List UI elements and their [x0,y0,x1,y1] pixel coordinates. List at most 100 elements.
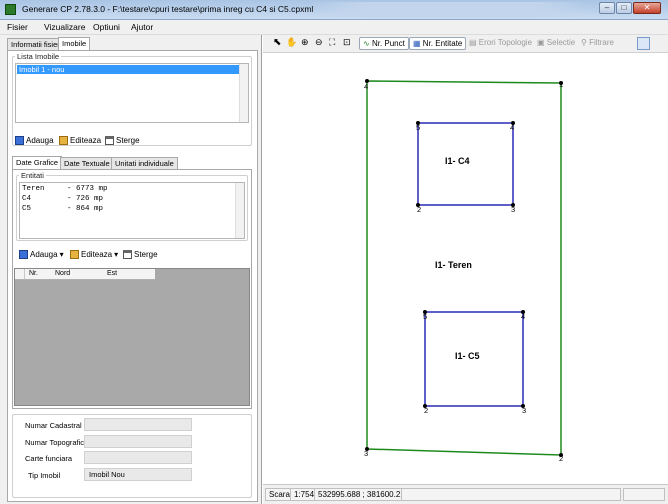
imobile-listbox[interactable]: Imobil 1 - nou [15,63,249,123]
pan-hand-icon[interactable]: ✋ [286,37,297,50]
erori-topologie-label: Erori Topologie [478,38,533,47]
nr-punct-button[interactable]: ∿ Nr. Punct [359,37,409,50]
cursor-coordinates: 532995.688 ; 381600.219 [314,488,414,501]
tab-imobile[interactable]: Imobile [58,37,91,51]
zoom-window-icon[interactable]: ⊡ [343,37,351,50]
status-message [401,488,621,501]
menu-ajutor[interactable]: Ajutor [131,22,153,32]
map-toolbar: ⬉ ✋ ⊕ ⊖ ⛶ ⊡ ∿ Nr. Punct ▦ Nr. Entitate ▤… [263,35,668,53]
selectie-label: Selectie [546,38,576,47]
entitati-scrollbar[interactable] [235,183,244,238]
dropdown-arrow-icon: ▾ [59,250,64,259]
numar-topografic-field[interactable] [84,435,192,448]
teren-label: I1- Teren [435,260,472,270]
sterge-label: Sterge [116,136,140,145]
add-icon [19,250,28,259]
zoom-out-icon[interactable]: ⊖ [315,37,323,50]
c5-label: I1- C5 [455,351,480,361]
coord-grid[interactable]: Nr. Nord Est [14,268,250,406]
left-pane: Informatii fisier Imobile Lista Imobile … [0,35,262,504]
erori-topologie-button[interactable]: ▤ Erori Topologie [469,37,532,50]
menu-optiuni[interactable]: Optiuni [93,22,120,32]
selection-icon: ▣ [537,38,545,47]
numar-topografic-label: Numar Topografic [25,438,85,447]
entity-number-icon: ▦ [413,39,421,48]
filter-icon: ⚲ [581,38,587,47]
col-nr: Nr. [29,270,38,277]
filtrare-button[interactable]: ⚲ Filtrare [581,37,614,50]
blurred-background-text [310,2,590,17]
col-est: Est [107,270,118,277]
entitate-line: Teren - 6773 mp [22,185,108,193]
dropdown-arrow-icon: ▾ [114,250,119,259]
map-drawing: 1 2 3 4 2 3 4 5 2 3 4 5 I1- C4 I1- Teren… [364,79,563,463]
status-extra [623,488,665,501]
carte-funciara-label: Carte funciara [25,454,73,463]
nr-entitate-button[interactable]: ▦ Nr. Entitate [409,37,467,50]
c5-vertex-4: 4 [521,312,525,321]
zoom-in-icon[interactable]: ⊕ [301,37,309,50]
add-icon [15,136,24,145]
filtrare-label: Filtrare [589,38,614,47]
entitate-line: C4 - 726 mp [22,195,104,203]
numar-cadastral-label: Numar Cadastral [25,421,82,430]
listbox-scrollbar[interactable] [239,64,248,122]
selectie-button[interactable]: ▣ Selectie [537,37,575,50]
imobil-fields-group: Numar Cadastral Numar Topografic Carte f… [12,414,252,498]
layers-panel-icon[interactable] [637,37,650,50]
c4-vertex-2: 2 [417,205,421,214]
tip-imobil-field[interactable]: Imobil Nou [84,468,192,481]
teren-vertex-1: 1 [559,80,563,89]
teren-vertex-3: 3 [364,449,368,458]
sterge-entitate-button[interactable]: Sterge [123,250,158,259]
adauga-entitate-button[interactable]: Adauga ▾ [19,250,64,259]
adauga-label: Adauga [26,136,54,145]
status-bar: Scara 1:754 532995.688 ; 381600.219 [263,484,668,504]
menu-fisier[interactable]: Fisier [7,22,28,32]
c4-vertex-5: 5 [416,123,420,132]
c5-vertex-5: 5 [423,312,427,321]
app-icon [5,4,16,15]
editeaza-imobil-button[interactable]: Editeaza [59,136,101,145]
tab-date-grafice[interactable]: Date Grafice [12,156,63,170]
nr-entitate-label: Nr. Entitate [422,39,463,48]
entitate-line: C5 - 864 mp [22,205,104,213]
col-nord: Nord [55,270,71,277]
row-header-cell [15,269,25,279]
menu-bar: Fisier Vizualizare Optiuni Ajutor [0,20,668,35]
select-pointer-icon[interactable]: ⬉ [273,37,281,50]
date-grafice-panel: Entitati Teren - 6773 mp C4 - 726 mp C5 - … [12,169,252,409]
editeaza-label: Editeaza [70,136,102,145]
lista-imobile-title: Lista Imobile [15,52,62,61]
edit-icon [59,136,68,145]
close-button[interactable]: ✕ [633,2,661,14]
title-bar: Generare CP 2.78.3.0 - F:\testare\cpuri … [0,0,668,20]
menu-vizualizare[interactable]: Vizualizare [44,22,85,32]
editeaza-label: Editeaza [81,250,113,259]
teren-vertex-2: 2 [559,454,563,463]
adauga-label: Adauga [30,250,58,259]
c5-vertex-2: 2 [424,406,428,415]
minimize-button[interactable]: – [599,2,615,14]
maximize-button[interactable]: □ [616,2,632,14]
adauga-imobil-button[interactable]: Adauga [15,136,54,145]
topology-icon: ▤ [469,38,477,47]
coord-grid-header: Nr. Nord Est [15,269,155,280]
list-item[interactable]: Imobil 1 - nou [17,65,239,74]
sterge-label: Sterge [134,250,158,259]
sterge-imobil-button[interactable]: Sterge [105,136,140,145]
editeaza-entitate-button[interactable]: Editeaza ▾ [70,250,118,259]
zoom-extent-icon[interactable]: ⛶ [329,37,335,50]
c5-vertex-3: 3 [522,406,526,415]
tip-imobil-label: Tip Imobil [28,471,61,480]
carte-funciara-field[interactable] [84,451,192,464]
delete-icon [105,136,114,145]
teren-vertex-4: 4 [364,82,368,91]
imobile-panel: Lista Imobile Imobil 1 - nou Adauga Edit… [7,50,258,502]
point-number-icon: ∿ [363,39,370,48]
c4-vertex-4: 4 [510,123,514,132]
nr-punct-label: Nr. Punct [371,39,405,48]
map-canvas[interactable]: 1 2 3 4 2 3 4 5 2 3 4 5 I1- C4 I1- Teren… [263,53,668,483]
numar-cadastral-field[interactable] [84,418,192,431]
entitati-textbox[interactable]: Teren - 6773 mp C4 - 726 mp C5 - 864 mp [19,182,245,239]
